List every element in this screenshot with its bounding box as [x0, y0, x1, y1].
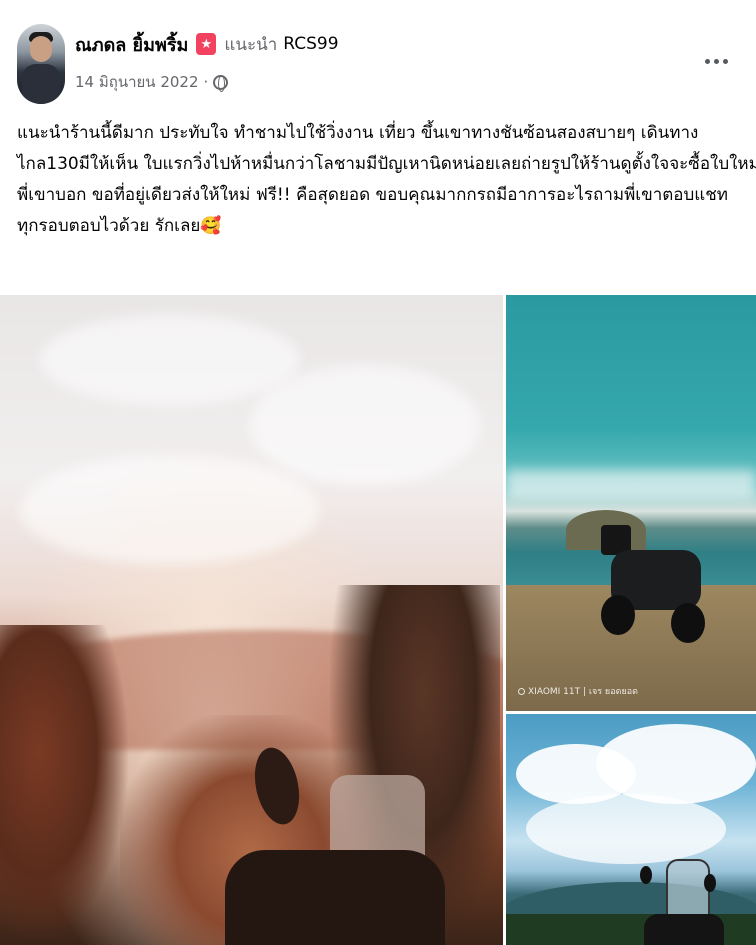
post-text-line: แนะนำร้านนี้ดีมาก ประทับใจ ทำชามไปใช้วิ่…	[17, 123, 699, 143]
globe-icon[interactable]	[213, 74, 229, 92]
post-text-line: ทุกรอบตอบไวด้วย รักเลย🥰	[17, 216, 222, 236]
photo-scooter-lake-view[interactable]: XIAOMI 11T | เจร ยอดยอด	[506, 295, 756, 711]
more-options-button[interactable]	[694, 45, 738, 77]
post-text-line: ไกล130มีให้เห็น ใบแรกวิ่งไปห้าหมื่นกว่าโ…	[17, 154, 756, 174]
recommend-star-icon: ★	[196, 33, 217, 55]
author-name[interactable]: ณภดล ยิ้มพริ้ม	[75, 30, 188, 59]
meta-separator: ·	[203, 73, 209, 91]
camera-watermark-icon	[518, 688, 525, 695]
post-body-text: แนะนำร้านนี้ดีมาก ประทับใจ ทำชามไปใช้วิ่…	[17, 118, 756, 242]
post-meta: 14 มิถุนายน 2022 ·	[75, 70, 229, 94]
post-date[interactable]: 14 มิถุนายน 2022	[75, 70, 199, 94]
photo-scooter-blue-sky[interactable]	[506, 714, 756, 945]
post-text-line: พี่เขาบอก ขอที่อยู่เดียวส่งให้ใหม่ ฟรี!!…	[17, 185, 729, 205]
author-avatar[interactable]	[17, 24, 65, 104]
recommend-label: แนะนำ	[224, 34, 278, 55]
photo-grid: XIAOMI 11T | เจร ยอดยอด	[0, 295, 756, 945]
post-title-line: ณภดล ยิ้มพริ้ม ★ แนะนำ RCS99	[75, 29, 339, 59]
photo-main-sunset-motorbike[interactable]	[0, 295, 503, 945]
camera-watermark: XIAOMI 11T | เจร ยอดยอด	[518, 684, 638, 698]
post-header: ณภดล ยิ้มพริ้ม ★ แนะนำ RCS99 14 มิถุนายน…	[0, 0, 756, 110]
recommended-page-name[interactable]: RCS99	[283, 34, 338, 54]
more-horizontal-icon	[704, 58, 710, 64]
